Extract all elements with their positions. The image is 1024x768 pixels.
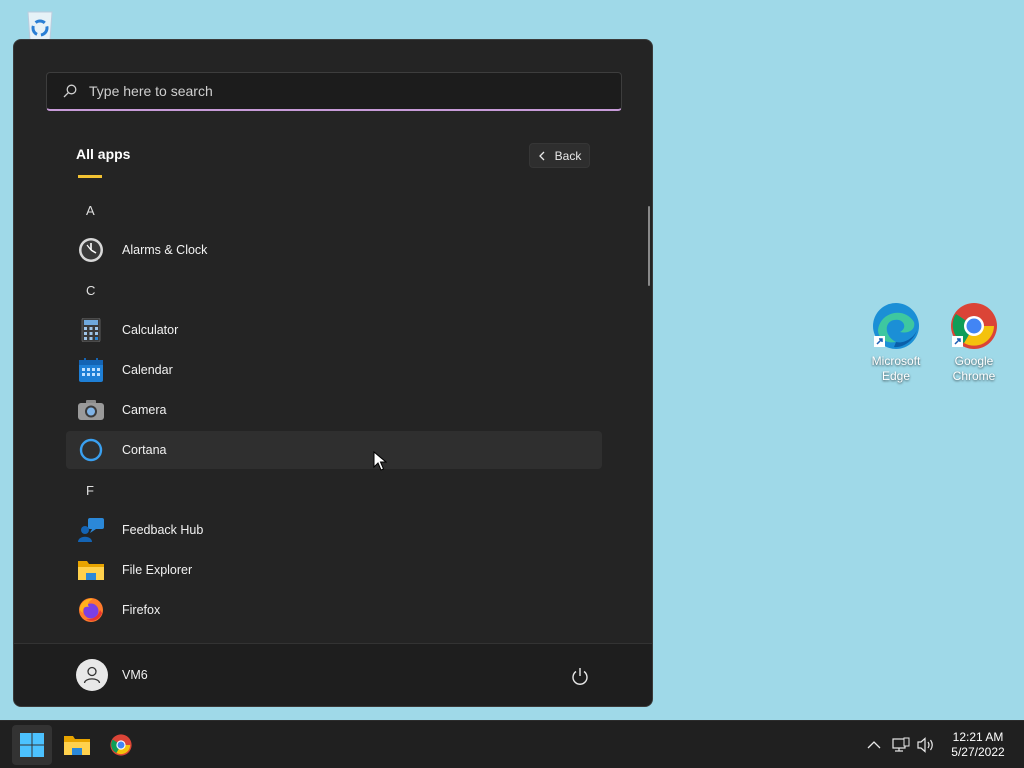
calendar-icon [78,357,104,383]
scrollbar-thumb[interactable] [648,206,650,286]
chevron-up-icon [867,741,881,749]
partial-app-icon [78,170,102,178]
app-name: Feedback Hub [122,523,204,537]
clock-date: 5/27/2022 [951,745,1005,759]
windows-logo-icon [20,733,44,757]
desktop-icon-label: Google Chrome [952,354,996,383]
chrome-icon [110,734,132,756]
back-button[interactable]: Back [529,143,590,168]
avatar [76,659,108,691]
back-label: Back [554,148,582,163]
desktop-microsoft-edge[interactable]: Microsoft Edge [861,300,931,384]
app-name: Alarms & Clock [122,243,208,257]
network-button[interactable] [891,735,911,755]
edge-icon [873,303,919,349]
section-letter: C [86,282,96,298]
app-name: Cortana [122,443,167,457]
app-item-calculator[interactable]: Calculator [66,311,602,349]
section-header-c[interactable]: C [66,271,602,309]
file-explorer-icon [64,736,90,755]
folder-icon [78,557,104,583]
search-input[interactable] [89,83,589,99]
power-button[interactable] [570,666,590,686]
chevron-left-icon [538,151,545,160]
taskbar-chrome[interactable] [101,725,141,765]
section-header-f[interactable]: F [66,471,602,509]
desktop-google-chrome[interactable]: Google Chrome [939,300,1009,384]
chrome-icon [951,303,997,349]
user-account-button[interactable]: VM6 [76,659,148,691]
start-menu: All apps Back A Alarms & Clock C [13,39,653,707]
speaker-icon [917,737,933,753]
app-item-feedback-hub[interactable]: Feedback Hub [66,511,602,549]
section-header-a[interactable]: A [66,191,602,229]
start-footer: VM6 [14,643,652,706]
search-box[interactable] [46,72,622,111]
app-name: File Explorer [122,563,193,577]
app-item-alarms-clock[interactable]: Alarms & Clock [66,231,602,269]
network-icon [892,737,910,752]
start-button[interactable] [12,725,52,765]
clock-time: 12:21 AM [952,730,1004,744]
app-name: Camera [122,403,167,417]
volume-button[interactable] [916,735,936,755]
power-icon [572,668,588,685]
search-icon [63,84,77,98]
show-hidden-icons-button[interactable] [864,735,884,755]
cortana-icon [78,437,104,463]
user-name: VM6 [122,668,148,682]
app-name: Calculator [122,323,179,337]
app-name: Firefox [122,603,161,617]
desktop-icon-label: Microsoft Edge [871,354,921,383]
section-letter: F [86,482,94,498]
clock-icon [78,237,104,263]
all-apps-title: All apps [76,146,131,162]
feedback-hub-icon [78,517,104,543]
all-apps-list[interactable]: A Alarms & Clock C Calculator Calendar C… [66,170,602,642]
mouse-cursor-icon [373,451,387,471]
calculator-icon [78,317,104,343]
app-item-cortana[interactable]: Cortana [66,431,602,469]
app-item-file-explorer[interactable]: File Explorer [66,551,602,589]
app-item-firefox[interactable]: Firefox [66,591,602,629]
taskbar-clock[interactable]: 12:21 AM 5/27/2022 [940,730,1016,760]
app-item-calendar[interactable]: Calendar [66,351,602,389]
app-name: Calendar [122,363,173,377]
app-item-camera[interactable]: Camera [66,391,602,429]
user-icon [83,666,101,684]
firefox-icon [78,597,104,623]
camera-icon [78,397,104,423]
taskbar: 12:21 AM 5/27/2022 [0,720,1024,768]
section-letter: A [86,202,95,218]
taskbar-file-explorer[interactable] [57,725,97,765]
